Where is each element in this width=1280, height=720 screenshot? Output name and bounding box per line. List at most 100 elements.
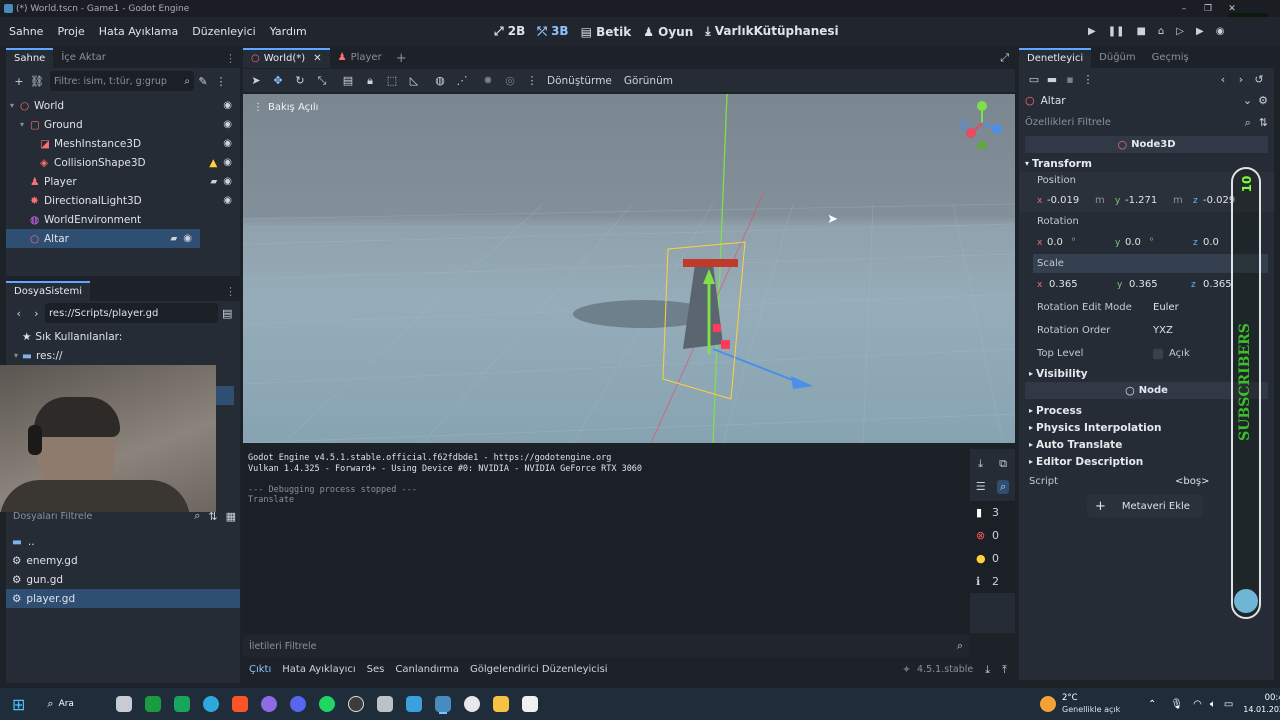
- save-resource-icon[interactable]: ▪: [1061, 73, 1079, 86]
- scene-tree-item[interactable]: ◈ CollisionShape3D ▲ ◉: [6, 153, 240, 172]
- windows-start-icon[interactable]: ⊞: [12, 695, 25, 714]
- visibility-eye-icon[interactable]: ◉: [223, 138, 232, 149]
- play-custom-icon[interactable]: ▶: [1196, 26, 1204, 37]
- scale-tool-icon[interactable]: ⤡: [313, 74, 331, 88]
- top-level-checkbox[interactable]: [1153, 348, 1163, 359]
- lock-icon[interactable]: 🔒︎: [361, 74, 379, 88]
- tab-import[interactable]: İçe Aktar: [53, 48, 114, 68]
- obs-icon[interactable]: [347, 696, 364, 712]
- new-resource-icon[interactable]: ▭: [1025, 73, 1043, 86]
- tab-output[interactable]: Çıktı: [249, 664, 271, 675]
- battery-icon[interactable]: ▭: [1224, 699, 1233, 710]
- dataspell-icon[interactable]: [173, 696, 190, 712]
- discord-icon[interactable]: [289, 696, 306, 712]
- godot-taskbar-icon[interactable]: [434, 696, 451, 712]
- menu-help[interactable]: Yardım: [270, 25, 307, 38]
- view-menu[interactable]: Görünüm: [624, 75, 673, 87]
- viewport-3d[interactable]: ⋮ Bakış Açılı ➤: [243, 94, 1015, 443]
- spotify-icon[interactable]: [318, 696, 335, 712]
- warning-icon[interactable]: ▲: [209, 157, 217, 169]
- scene-tree-item[interactable]: ◍ WorldEnvironment: [6, 210, 240, 229]
- remote-debug-icon[interactable]: ⌂: [1158, 26, 1164, 37]
- file-item[interactable]: ⚙ player.gd: [6, 589, 240, 608]
- edge-icon[interactable]: [202, 696, 219, 712]
- weather-widget[interactable]: 2°C Genellikle açık: [1040, 688, 1120, 720]
- environment-preview-icon[interactable]: ◎: [501, 74, 519, 87]
- distraction-free-icon[interactable]: ⤢: [1000, 51, 1009, 65]
- pos-x-value[interactable]: -0.019: [1047, 195, 1095, 206]
- scale-x-value[interactable]: 0.365: [1049, 279, 1117, 290]
- forward-icon[interactable]: ›: [28, 307, 46, 320]
- rotation-order-value[interactable]: YXZ: [1153, 325, 1173, 336]
- rotate-tool-icon[interactable]: ↻: [291, 74, 309, 87]
- taskview-icon[interactable]: [115, 696, 132, 712]
- chevron-down-icon[interactable]: ▾: [20, 120, 30, 129]
- group-icon[interactable]: ⬚: [383, 74, 401, 87]
- view-gizmo[interactable]: [958, 99, 1008, 149]
- attach-script-icon[interactable]: ✎: [194, 75, 212, 88]
- taskbar-search[interactable]: ⌕ Ara: [47, 697, 97, 711]
- scene-tree-item[interactable]: ◪ MeshInstance3D ◉: [6, 134, 240, 153]
- workspace-2d-button[interactable]: ⤢ 2B: [494, 24, 525, 39]
- file-item[interactable]: ⚙ enemy.gd: [6, 551, 240, 570]
- maximize-icon[interactable]: ❐: [1196, 4, 1220, 14]
- rot-y-value[interactable]: 0.0: [1125, 237, 1149, 248]
- property-options-icon[interactable]: ⇅: [1259, 116, 1268, 129]
- grid-view-icon[interactable]: ▦: [226, 510, 236, 523]
- menu-debug[interactable]: Hata Ayıklama: [99, 25, 179, 38]
- tab-animation[interactable]: Canlandırma: [395, 664, 459, 675]
- visibility-eye-icon[interactable]: ◉: [183, 233, 192, 244]
- expand-panel-icon[interactable]: ⤒: [1002, 663, 1007, 677]
- visibility-eye-icon[interactable]: ◉: [223, 100, 232, 111]
- node-tools-icon[interactable]: ⚙: [1258, 94, 1268, 107]
- wifi-icon[interactable]: ◠: [1193, 699, 1202, 710]
- add-metadata-button[interactable]: + Metaveri Ekle: [1087, 495, 1203, 517]
- path-input[interactable]: res://Scripts/player.gd: [45, 303, 219, 323]
- transform-menu[interactable]: Dönüştürme: [547, 75, 612, 87]
- ruler-icon[interactable]: ◺: [405, 74, 423, 87]
- messages-count-toggle[interactable]: ▮ 3: [970, 501, 1015, 524]
- tab-node[interactable]: Düğüm: [1091, 48, 1143, 68]
- scene-options-icon[interactable]: ⋮: [212, 75, 230, 88]
- microphone-icon[interactable]: 🎙︎: [1170, 699, 1183, 710]
- movie-maker-icon[interactable]: ◉: [1216, 26, 1225, 37]
- inspected-node-row[interactable]: ○ Altar ⌄ ⚙: [1019, 90, 1274, 111]
- files-filter-placeholder[interactable]: Dosyaları Filtrele: [10, 511, 194, 522]
- stop-icon[interactable]: ■: [1136, 26, 1145, 37]
- brave-icon[interactable]: [231, 696, 248, 712]
- play-icon[interactable]: ▶: [1088, 26, 1096, 37]
- chevron-up-icon[interactable]: ⌃: [1148, 699, 1156, 710]
- workspace-assetlib-button[interactable]: ⤓ VarlıkKütüphanesi: [705, 24, 838, 39]
- minimize-icon[interactable]: –: [1172, 4, 1196, 14]
- scene-filter-input[interactable]: Filtre: isim, t:tür, g:grup ⌕: [50, 71, 194, 91]
- scale-y-value[interactable]: 0.365: [1129, 279, 1191, 290]
- menu-project[interactable]: Proje: [57, 25, 84, 38]
- pos-y-value[interactable]: -1.271: [1125, 195, 1173, 206]
- pycharm-icon[interactable]: [144, 696, 161, 712]
- copy-output-icon[interactable]: ⧉: [999, 457, 1007, 471]
- file-explorer-icon[interactable]: [492, 696, 509, 712]
- select-tool-icon[interactable]: ➤: [247, 74, 265, 87]
- tab-shader-editor[interactable]: Gölgelendirici Düzenleyicisi: [470, 664, 608, 675]
- workspace-game-button[interactable]: ♟ Oyun: [643, 25, 693, 39]
- back-icon[interactable]: ‹: [10, 307, 28, 320]
- pin-panel-icon[interactable]: ⤓: [985, 663, 990, 677]
- move-tool-icon[interactable]: ✥: [269, 74, 287, 87]
- file-item[interactable]: ⚙ gun.gd: [6, 570, 240, 589]
- sun-preview-icon[interactable]: ✸: [479, 74, 497, 87]
- volume-icon[interactable]: 🔈︎: [1210, 699, 1216, 710]
- open-resource-icon[interactable]: ▬: [1043, 73, 1061, 86]
- rot-z-value[interactable]: 0.0: [1203, 237, 1227, 248]
- perspective-menu[interactable]: ⋮ Bakış Açılı: [253, 102, 318, 113]
- close-icon[interactable]: ✕: [1220, 4, 1244, 14]
- vscode-icon[interactable]: [376, 696, 393, 712]
- scene-tree-item[interactable]: ▾ ○ World ◉: [6, 96, 240, 115]
- visibility-eye-icon[interactable]: ◉: [223, 119, 232, 130]
- object-history-icon[interactable]: ↺: [1250, 73, 1268, 86]
- tab-scene[interactable]: Sahne: [6, 48, 54, 68]
- scene-tree-item[interactable]: ○ Altar ▰ ◉: [6, 229, 200, 248]
- parent-folder-item[interactable]: ▬..: [6, 532, 240, 551]
- chevron-down-icon[interactable]: ▾: [10, 101, 20, 110]
- workspace-3d-button[interactable]: ⤱ 3B: [537, 24, 568, 39]
- tab-player-scene[interactable]: ♟ Player: [330, 48, 390, 68]
